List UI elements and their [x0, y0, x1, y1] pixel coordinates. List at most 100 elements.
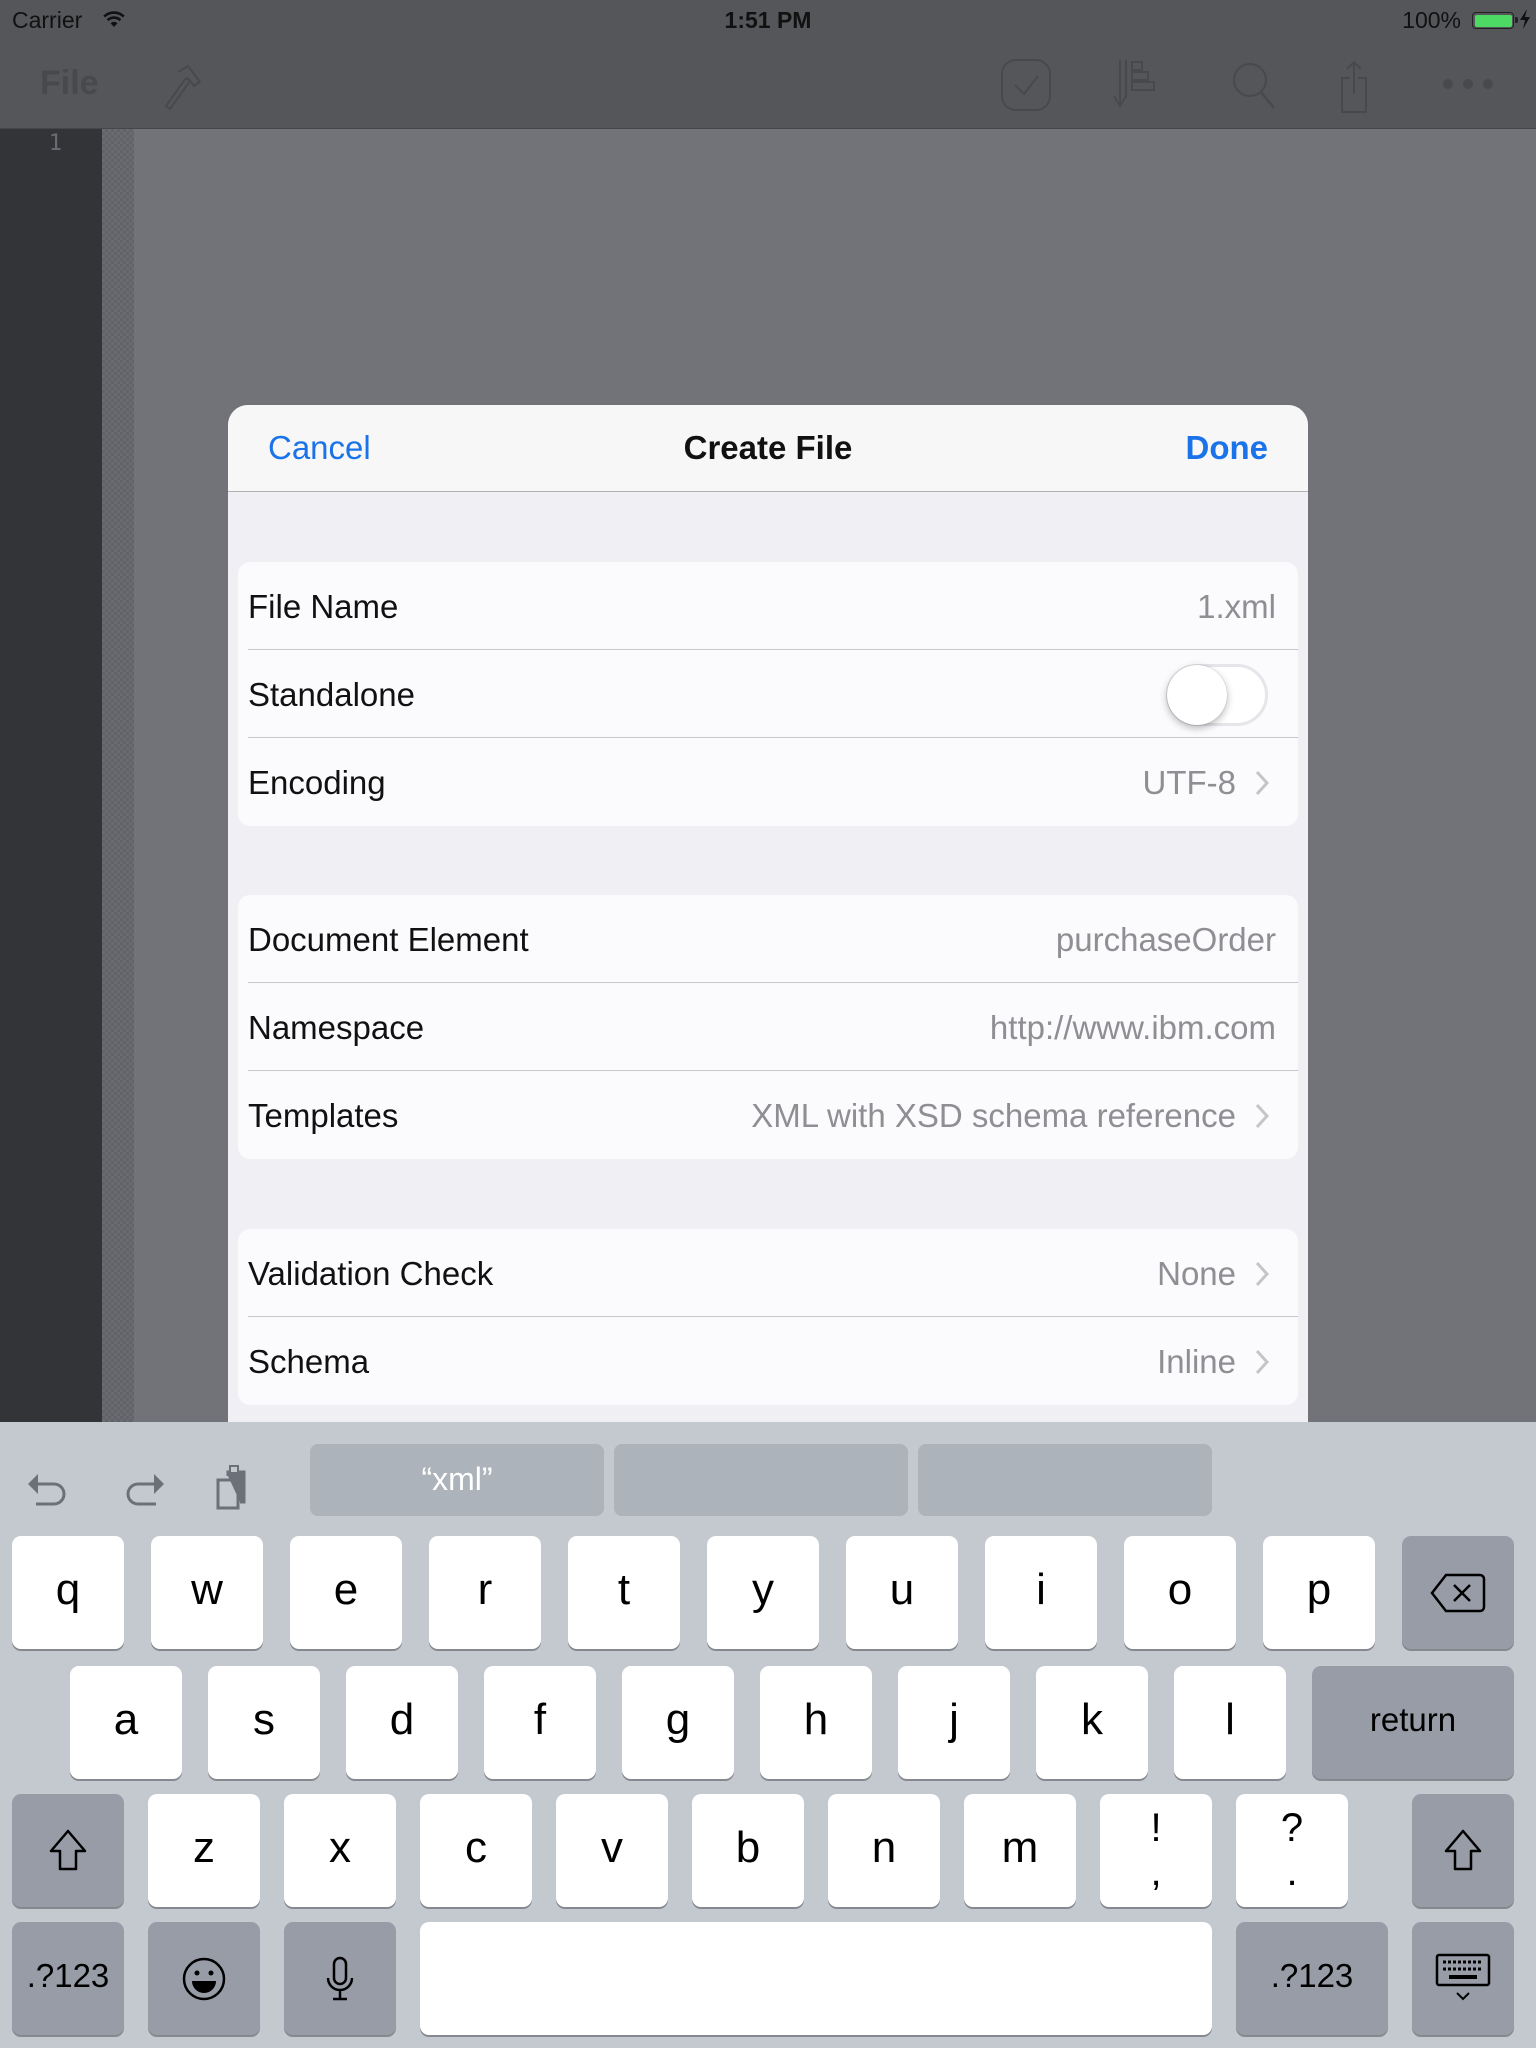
sort-icon[interactable]	[1112, 58, 1168, 114]
create-file-dialog: Cancel Create File Done File Name 1.xml …	[228, 405, 1308, 1505]
shift-key-right[interactable]	[1412, 1794, 1514, 1907]
standalone-toggle[interactable]	[1166, 664, 1268, 726]
key-v[interactable]: v	[556, 1794, 668, 1907]
key-z[interactable]: z	[148, 1794, 260, 1907]
document-element-field[interactable]: purchaseOrder	[1056, 921, 1276, 959]
numbers-key-left[interactable]: .?123	[12, 1922, 124, 2035]
dictation-key[interactable]	[284, 1922, 396, 2035]
shift-key-left[interactable]	[12, 1794, 124, 1907]
search-icon[interactable]	[1228, 58, 1284, 114]
schema-label: Schema	[248, 1343, 370, 1380]
file-name-field[interactable]: 1.xml	[1197, 588, 1276, 626]
key-top-char: !	[1150, 1806, 1162, 1850]
redo-icon[interactable]	[116, 1462, 168, 1514]
key-p[interactable]: p	[1263, 1536, 1375, 1649]
suggestion-3[interactable]	[918, 1444, 1212, 1516]
question-period-key[interactable]: ? .	[1236, 1794, 1348, 1907]
key-j[interactable]: j	[898, 1666, 1010, 1779]
document-element-row[interactable]: Document Element purchaseOrder	[248, 895, 1298, 983]
namespace-field[interactable]: http://www.ibm.com	[990, 1009, 1276, 1047]
hammer-icon[interactable]	[154, 58, 210, 114]
suggestion-2[interactable]	[614, 1444, 908, 1516]
charging-bolt-icon	[1520, 9, 1530, 29]
key-a[interactable]: a	[70, 1666, 182, 1779]
key-e[interactable]: e	[290, 1536, 402, 1649]
emoji-icon	[182, 1957, 226, 2000]
key-top-char: ?	[1280, 1806, 1304, 1850]
key-f[interactable]: f	[484, 1666, 596, 1779]
battery-icon	[1472, 12, 1518, 29]
key-c[interactable]: c	[420, 1794, 532, 1907]
delete-key[interactable]	[1402, 1536, 1514, 1649]
key-m[interactable]: m	[964, 1794, 1076, 1907]
document-settings-group: Document Element purchaseOrder Namespace…	[238, 895, 1298, 1159]
key-w[interactable]: w	[151, 1536, 263, 1649]
more-icon[interactable]	[1440, 58, 1496, 114]
toggle-knob	[1167, 665, 1227, 725]
key-t[interactable]: t	[568, 1536, 680, 1649]
key-b[interactable]: b	[692, 1794, 804, 1907]
namespace-row[interactable]: Namespace http://www.ibm.com	[248, 983, 1298, 1071]
validation-check-label: Validation Check	[248, 1255, 494, 1292]
shift-icon	[1444, 1829, 1482, 1870]
standalone-row: Standalone	[248, 650, 1298, 738]
return-key[interactable]: return	[1312, 1666, 1514, 1779]
check-icon[interactable]	[998, 58, 1054, 114]
battery-fill	[1474, 14, 1512, 27]
key-r[interactable]: r	[429, 1536, 541, 1649]
validation-settings-group: Validation Check None Schema Inline	[238, 1229, 1298, 1405]
key-o[interactable]: o	[1124, 1536, 1236, 1649]
exclamation-comma-key[interactable]: ! ,	[1100, 1794, 1212, 1907]
key-g[interactable]: g	[622, 1666, 734, 1779]
key-bottom-char: .	[1286, 1850, 1298, 1894]
undo-icon[interactable]	[24, 1462, 76, 1514]
key-u[interactable]: u	[846, 1536, 958, 1649]
chevron-right-icon	[1255, 1103, 1270, 1129]
key-x[interactable]: x	[284, 1794, 396, 1907]
chevron-right-icon	[1255, 1261, 1270, 1287]
status-bar: Carrier 1:51 PM 100%	[0, 0, 1536, 40]
key-q[interactable]: q	[12, 1536, 124, 1649]
clock: 1:51 PM	[724, 7, 812, 33]
done-button[interactable]: Done	[1186, 429, 1269, 467]
schema-row[interactable]: Schema Inline	[248, 1317, 1298, 1405]
key-n[interactable]: n	[828, 1794, 940, 1907]
file-name-row[interactable]: File Name 1.xml	[248, 562, 1298, 650]
onscreen-keyboard: “xml” qwertyuiopasdfghjklzxcvbnm return …	[0, 1422, 1536, 2048]
key-h[interactable]: h	[760, 1666, 872, 1779]
key-l[interactable]: l	[1174, 1666, 1286, 1779]
line-number: 1	[48, 131, 62, 156]
key-y[interactable]: y	[707, 1536, 819, 1649]
cancel-button[interactable]: Cancel	[268, 429, 371, 467]
dialog-header: Cancel Create File Done	[228, 405, 1308, 492]
suggestion-1[interactable]: “xml”	[310, 1444, 604, 1516]
file-menu-button[interactable]: File	[40, 64, 99, 103]
space-bar[interactable]	[420, 1922, 1212, 2035]
microphone-icon	[326, 1956, 354, 2000]
namespace-label: Namespace	[248, 1009, 425, 1046]
key-k[interactable]: k	[1036, 1666, 1148, 1779]
key-i[interactable]: i	[985, 1536, 1097, 1649]
chevron-right-icon	[1255, 1349, 1270, 1375]
validation-check-row[interactable]: Validation Check None	[248, 1229, 1298, 1317]
app-toolbar: File	[0, 40, 1536, 129]
encoding-label: Encoding	[248, 764, 386, 801]
file-name-label: File Name	[248, 588, 399, 625]
document-element-label: Document Element	[248, 921, 529, 958]
key-d[interactable]: d	[346, 1666, 458, 1779]
numbers-key-right[interactable]: .?123	[1236, 1922, 1388, 2035]
fold-strip	[102, 129, 134, 1429]
dismiss-keyboard-key[interactable]	[1412, 1922, 1514, 2035]
dialog-title: Create File	[683, 429, 853, 466]
key-s[interactable]: s	[208, 1666, 320, 1779]
emoji-key[interactable]	[148, 1922, 260, 2035]
file-settings-group: File Name 1.xml Standalone Encoding UTF-…	[238, 562, 1298, 826]
standalone-label: Standalone	[248, 676, 415, 713]
encoding-row[interactable]: Encoding UTF-8	[248, 738, 1298, 826]
validation-check-value: None	[1157, 1255, 1236, 1292]
templates-value: XML with XSD schema reference	[751, 1097, 1236, 1134]
share-icon[interactable]	[1334, 58, 1390, 114]
templates-row[interactable]: Templates XML with XSD schema reference	[248, 1071, 1298, 1159]
paste-icon[interactable]	[210, 1462, 262, 1514]
chevron-right-icon	[1255, 770, 1270, 796]
